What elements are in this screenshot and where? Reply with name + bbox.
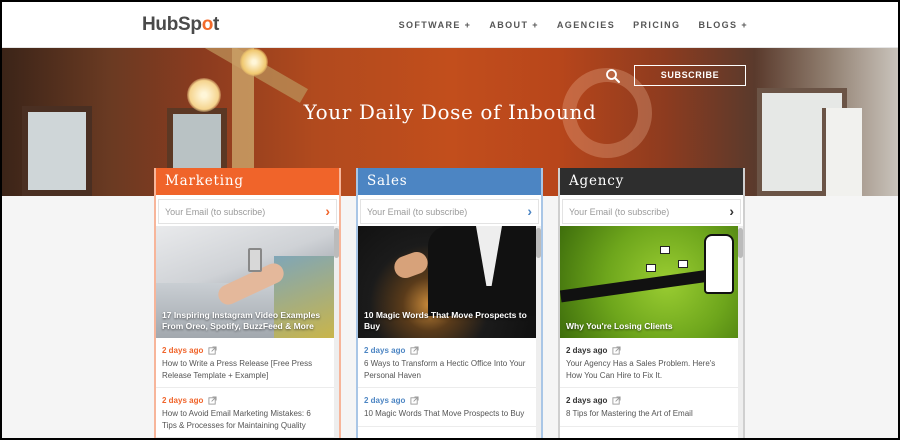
nav-software[interactable]: SOFTWARE +: [399, 20, 472, 30]
email-input-sales[interactable]: [361, 200, 538, 223]
hero-title: Your Daily Dose of Inbound: [303, 100, 597, 124]
column-marketing: Marketing › 17 Inspiring Instagram Video…: [154, 168, 341, 438]
post-date: 2 days ago: [364, 396, 406, 405]
feed-marketing: 17 Inspiring Instagram Video Examples Fr…: [156, 226, 339, 438]
list-item[interactable]: 2 days ago How to Avoid Email Marketing …: [156, 388, 334, 438]
feature-caption[interactable]: 10 Magic Words That Move Prospects to Bu…: [364, 310, 528, 332]
scrollbar[interactable]: [536, 226, 541, 438]
email-subscribe-box: ›: [360, 199, 539, 224]
post-title[interactable]: 6 Ways to Transform a Hectic Office Into…: [364, 358, 528, 381]
hero-lamp-2: [240, 48, 268, 76]
feature-post-sales[interactable]: 10 Magic Words That Move Prospects to Bu…: [358, 226, 536, 338]
column-title-marketing[interactable]: Marketing: [156, 168, 339, 195]
external-link-icon[interactable]: [612, 396, 621, 405]
email-subscribe-box: ›: [562, 199, 741, 224]
nav-about[interactable]: ABOUT +: [489, 20, 539, 30]
post-date: 2 days ago: [162, 346, 204, 355]
post-title[interactable]: How to Write a Press Release [Free Press…: [162, 358, 326, 381]
email-subscribe-box: ›: [158, 199, 337, 224]
column-sales: Sales › 10 Magic Words That Move Prospec…: [356, 168, 543, 438]
feature-post-agency[interactable]: Why You're Losing Clients: [560, 226, 738, 338]
scrollbar[interactable]: [738, 226, 743, 438]
feature-caption[interactable]: Why You're Losing Clients: [566, 321, 730, 332]
hubspot-logo[interactable]: HubSpot: [142, 14, 219, 36]
post-meta: 2 days ago: [364, 396, 528, 405]
feature-post-marketing[interactable]: 17 Inspiring Instagram Video Examples Fr…: [156, 226, 334, 338]
post-meta: 2 days ago: [566, 396, 730, 405]
post-meta: 2 days ago: [364, 346, 528, 355]
external-link-icon[interactable]: [410, 346, 419, 355]
list-item[interactable]: 2 days ago 6 Ways to Transform a Hectic …: [358, 338, 536, 388]
email-input-marketing[interactable]: [159, 200, 336, 223]
external-link-icon[interactable]: [612, 346, 621, 355]
post-title[interactable]: 10 Magic Words That Move Prospects to Bu…: [364, 408, 528, 420]
feature-image-desk: [560, 269, 711, 303]
logo-text-prefix: HubSp: [142, 14, 202, 35]
list-item[interactable]: 2 days ago 8 Tips for Mastering the Art …: [560, 388, 738, 427]
search-icon[interactable]: [605, 68, 621, 84]
logo-sprocket: o: [201, 14, 214, 35]
list-item[interactable]: 2 days ago How to Write a Press Release …: [156, 338, 334, 388]
feature-image-paper: [646, 264, 656, 272]
subscribe-button[interactable]: SUBSCRIBE: [634, 65, 746, 86]
feature-image-cartoon-man: [704, 234, 734, 294]
column-title-agency[interactable]: Agency: [560, 168, 743, 195]
feed-sales: 10 Magic Words That Move Prospects to Bu…: [358, 226, 541, 438]
post-meta: 2 days ago: [162, 346, 326, 355]
post-meta: 2 days ago: [566, 346, 730, 355]
feature-image-paper: [660, 246, 670, 254]
feature-image-paper: [678, 260, 688, 268]
post-date: 2 days ago: [364, 346, 406, 355]
main-nav: SOFTWARE + ABOUT + AGENCIES PRICING BLOG…: [399, 20, 748, 30]
scrollbar[interactable]: [334, 226, 339, 438]
nav-agencies[interactable]: AGENCIES: [557, 20, 615, 30]
scrollbar-thumb[interactable]: [738, 228, 743, 258]
site-header: HubSpot SOFTWARE + ABOUT + AGENCIES PRIC…: [2, 2, 898, 48]
scrollbar-thumb[interactable]: [536, 228, 541, 258]
post-title[interactable]: Your Agency Has a Sales Problem. Here's …: [566, 358, 730, 381]
email-input-agency[interactable]: [563, 200, 740, 223]
feature-caption[interactable]: 17 Inspiring Instagram Video Examples Fr…: [162, 310, 326, 332]
list-item[interactable]: 2 days ago Your Agency Has a Sales Probl…: [560, 338, 738, 388]
list-item[interactable]: 2 days ago 10 Magic Words That Move Pros…: [358, 388, 536, 427]
page-frame: HubSpot SOFTWARE + ABOUT + AGENCIES PRIC…: [2, 2, 898, 438]
post-meta: 2 days ago: [162, 396, 326, 405]
feed-agency: Why You're Losing Clients 2 days ago You…: [560, 226, 743, 438]
post-title[interactable]: 8 Tips for Mastering the Art of Email: [566, 408, 730, 420]
column-title-sales[interactable]: Sales: [358, 168, 541, 195]
post-date: 2 days ago: [566, 346, 608, 355]
nav-pricing[interactable]: PRICING: [633, 20, 680, 30]
chevron-right-icon[interactable]: ›: [527, 203, 532, 219]
scrollbar-thumb[interactable]: [334, 228, 339, 258]
external-link-icon[interactable]: [208, 346, 217, 355]
chevron-right-icon[interactable]: ›: [729, 203, 734, 219]
logo-text-suffix: t: [213, 14, 220, 35]
feature-image-phone: [248, 248, 262, 272]
feature-image-hand: [391, 248, 431, 282]
post-title[interactable]: How to Avoid Email Marketing Mistakes: 6…: [162, 408, 326, 431]
post-date: 2 days ago: [162, 396, 204, 405]
chevron-right-icon[interactable]: ›: [325, 203, 330, 219]
external-link-icon[interactable]: [410, 396, 419, 405]
column-agency: Agency › Why You're Losing Clients 2 day…: [558, 168, 745, 438]
external-link-icon[interactable]: [208, 396, 217, 405]
nav-blogs[interactable]: BLOGS +: [698, 20, 748, 30]
post-date: 2 days ago: [566, 396, 608, 405]
